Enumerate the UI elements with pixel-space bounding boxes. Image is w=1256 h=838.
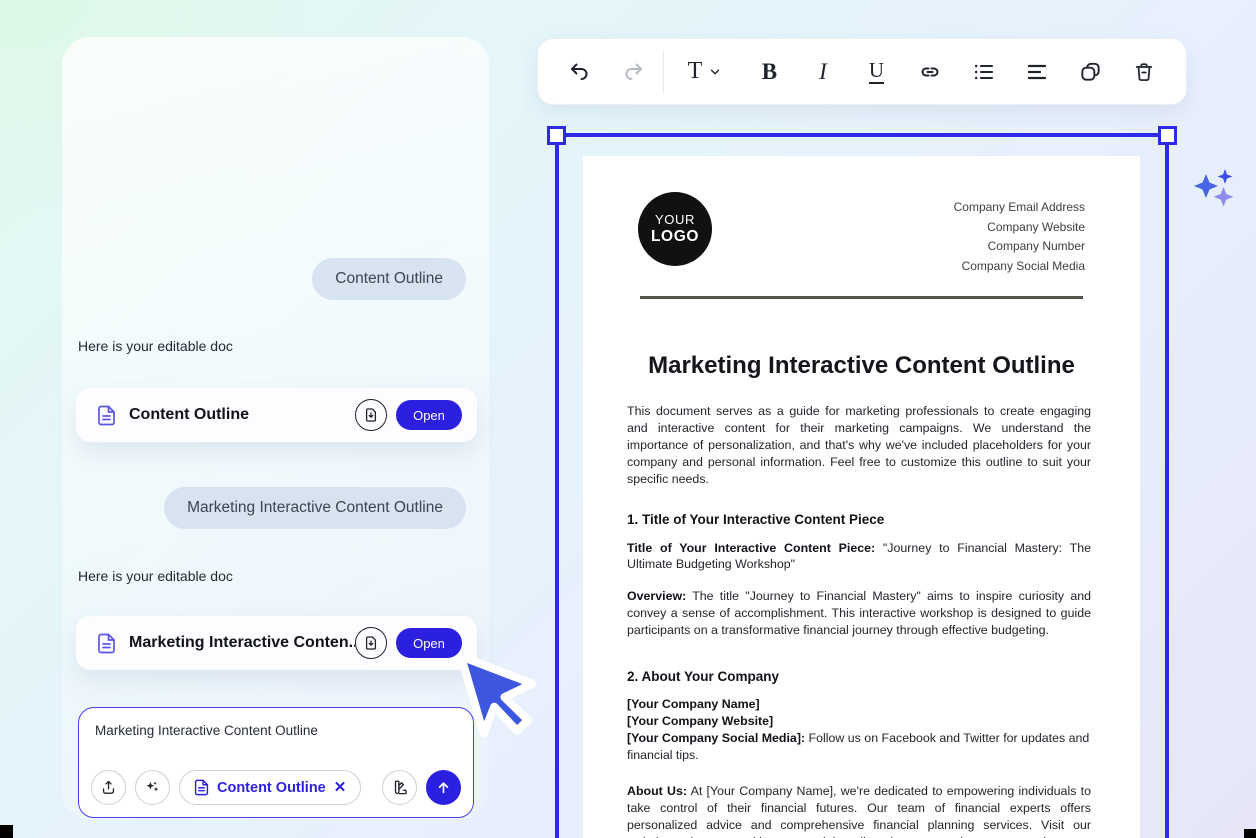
section1-heading: 1. Title of Your Interactive Content Pie… xyxy=(627,512,1091,527)
document-header: YOUR LOGO Company Email Address Company … xyxy=(583,156,1140,276)
undo-button[interactable] xyxy=(562,52,598,92)
copy-button[interactable] xyxy=(1073,52,1109,92)
section2-about-paragraph: About Us: At [Your Company Name], we're … xyxy=(627,783,1091,838)
document-title: Marketing Interactive Content Outline xyxy=(583,352,1140,380)
assistant-message: Here is your editable doc xyxy=(78,338,233,354)
link-button[interactable] xyxy=(912,52,948,92)
doc-card-title: Content Outline xyxy=(129,406,249,424)
upload-icon xyxy=(100,779,117,796)
chip-close-icon[interactable]: ✕ xyxy=(334,780,347,795)
company-social: Company Social Media xyxy=(954,257,1085,277)
doc-card-marketing-outline[interactable]: Marketing Interactive Conten... Open xyxy=(76,616,477,670)
selection-frame-right xyxy=(1165,143,1169,838)
doc-card-title: Marketing Interactive Conten... xyxy=(129,634,355,652)
trash-icon xyxy=(1133,61,1155,83)
document-page[interactable]: YOUR LOGO Company Email Address Company … xyxy=(583,156,1140,838)
bullet-list-icon xyxy=(972,60,996,84)
company-website: Company Website xyxy=(954,218,1085,238)
bold-lead: Overview: xyxy=(627,589,686,603)
company-email: Company Email Address xyxy=(954,198,1085,218)
chat-panel: Content Outline Here is your editable do… xyxy=(62,37,489,820)
copy-icon xyxy=(1079,60,1102,83)
open-button[interactable]: Open xyxy=(396,400,462,430)
placeholder-company-website: [Your Company Website] xyxy=(627,714,773,728)
selection-frame-top xyxy=(549,133,1175,137)
download-button[interactable] xyxy=(355,627,387,659)
sparkles-icon xyxy=(144,779,161,796)
corner-artifact xyxy=(0,825,13,838)
header-divider xyxy=(640,296,1083,299)
align-text-icon xyxy=(1025,60,1049,84)
company-contact-block: Company Email Address Company Website Co… xyxy=(954,192,1085,276)
bullet-list-button[interactable] xyxy=(966,52,1002,92)
undo-icon xyxy=(568,60,592,84)
text-style-dropdown[interactable]: T xyxy=(676,52,734,92)
assistant-message: Here is your editable doc xyxy=(78,568,233,584)
user-message-bubble: Marketing Interactive Content Outline xyxy=(164,487,466,529)
chip-label: Content Outline xyxy=(217,780,326,796)
company-logo: YOUR LOGO xyxy=(638,192,712,266)
bold-icon: B xyxy=(762,59,777,85)
user-message-text: Content Outline xyxy=(335,270,443,287)
align-button[interactable] xyxy=(1019,52,1055,92)
italic-icon: I xyxy=(819,59,827,85)
download-icon xyxy=(363,407,379,423)
prompt-input-value: Marketing Interactive Content Outline xyxy=(95,723,318,738)
section2-heading: 2. About Your Company xyxy=(627,669,1091,684)
selection-handle-top-right[interactable] xyxy=(1158,126,1177,145)
swatch-book-icon xyxy=(391,779,409,797)
bold-lead: Title of Your Interactive Content Piece: xyxy=(627,541,875,555)
document-icon xyxy=(194,779,209,796)
placeholder-company-social: [Your Company Social Media]: xyxy=(627,731,805,745)
italic-button[interactable]: I xyxy=(805,52,841,92)
user-message-bubble: Content Outline xyxy=(312,258,466,300)
company-number: Company Number xyxy=(954,237,1085,257)
underline-icon: U xyxy=(869,59,884,83)
user-message-text: Marketing Interactive Content Outline xyxy=(187,499,443,516)
doc-card-content-outline[interactable]: Content Outline Open xyxy=(76,388,477,442)
section2-placeholders: [Your Company Name] [Your Company Websit… xyxy=(627,696,1091,764)
delete-button[interactable] xyxy=(1126,52,1162,92)
section1-paragraph1: Title of Your Interactive Content Piece:… xyxy=(627,540,1091,574)
attached-doc-chip[interactable]: Content Outline ✕ xyxy=(179,770,361,805)
send-button[interactable] xyxy=(426,770,461,805)
editor-toolbar: T B I U xyxy=(537,38,1187,105)
redo-icon xyxy=(621,60,645,84)
document-icon xyxy=(97,405,116,426)
arrow-up-icon xyxy=(435,779,452,796)
selection-handle-top-left[interactable] xyxy=(547,126,566,145)
download-icon xyxy=(363,635,379,651)
logo-text-line1: YOUR xyxy=(655,213,695,228)
template-swatch-button[interactable] xyxy=(382,770,417,805)
text-style-icon: T xyxy=(688,58,703,85)
bold-button[interactable]: B xyxy=(752,52,788,92)
bold-lead: About Us: xyxy=(627,784,687,798)
placeholder-company-name: [Your Company Name] xyxy=(627,697,760,711)
redo-button[interactable] xyxy=(616,52,652,92)
chevron-down-icon xyxy=(708,65,722,79)
link-icon xyxy=(918,60,942,84)
logo-text-line2: LOGO xyxy=(651,228,699,246)
section1-paragraph2: Overview: The title "Journey to Financia… xyxy=(627,588,1091,639)
mouse-cursor xyxy=(452,633,552,741)
underline-button[interactable]: U xyxy=(859,52,895,92)
paragraph-text: The title "Journey to Financial Mastery"… xyxy=(627,589,1091,637)
document-icon xyxy=(97,633,116,654)
corner-artifact xyxy=(1244,829,1256,838)
prompt-input[interactable]: Marketing Interactive Content Outline xyxy=(78,707,474,818)
intro-paragraph: This document serves as a guide for mark… xyxy=(627,403,1091,488)
selection-frame-left xyxy=(555,143,559,838)
ai-sparkles-icon xyxy=(1192,167,1242,217)
ai-sparkle-button[interactable] xyxy=(135,770,170,805)
paragraph-text: At [Your Company Name], we're dedicated … xyxy=(627,784,1091,838)
upload-button[interactable] xyxy=(91,770,126,805)
download-button[interactable] xyxy=(355,399,387,431)
